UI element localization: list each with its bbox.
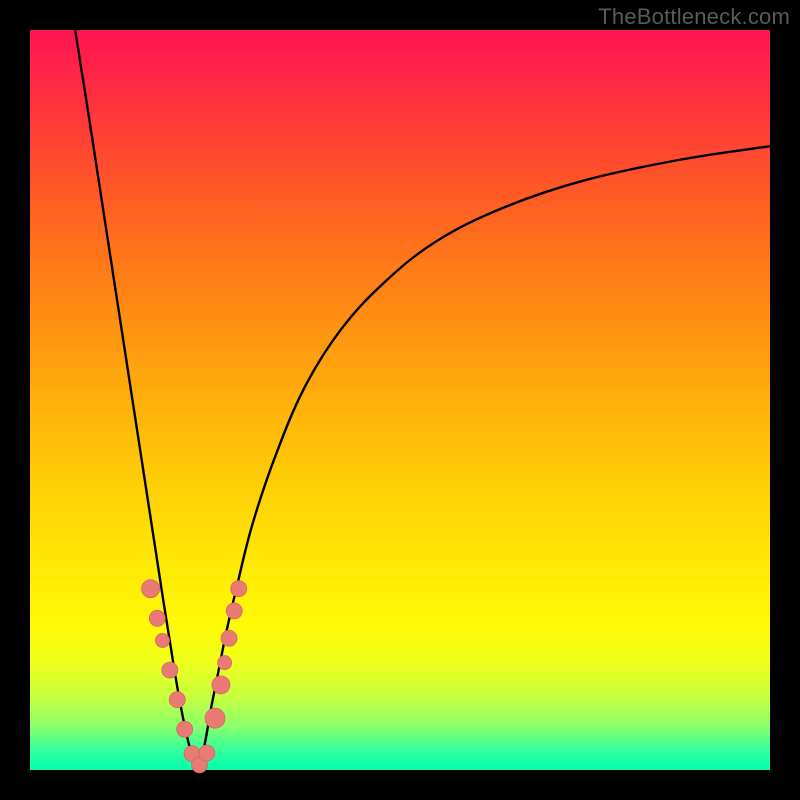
sample-marker (212, 676, 230, 694)
curve-right-branch (198, 146, 770, 770)
sample-marker (205, 708, 225, 728)
sample-markers (142, 580, 247, 773)
sample-marker (149, 610, 165, 626)
sample-marker (226, 603, 242, 619)
sample-marker (231, 581, 247, 597)
plot-area (30, 30, 770, 770)
sample-marker (162, 662, 178, 678)
sample-marker (199, 745, 215, 761)
sample-marker (155, 634, 169, 648)
sample-marker (218, 656, 232, 670)
sample-marker (221, 630, 237, 646)
sample-marker (142, 580, 160, 598)
watermark-text: TheBottleneck.com (598, 4, 790, 30)
chart-frame: TheBottleneck.com (0, 0, 800, 800)
curve-left-branch (75, 30, 198, 770)
chart-svg (30, 30, 770, 770)
sample-marker (169, 692, 185, 708)
sample-marker (177, 721, 193, 737)
